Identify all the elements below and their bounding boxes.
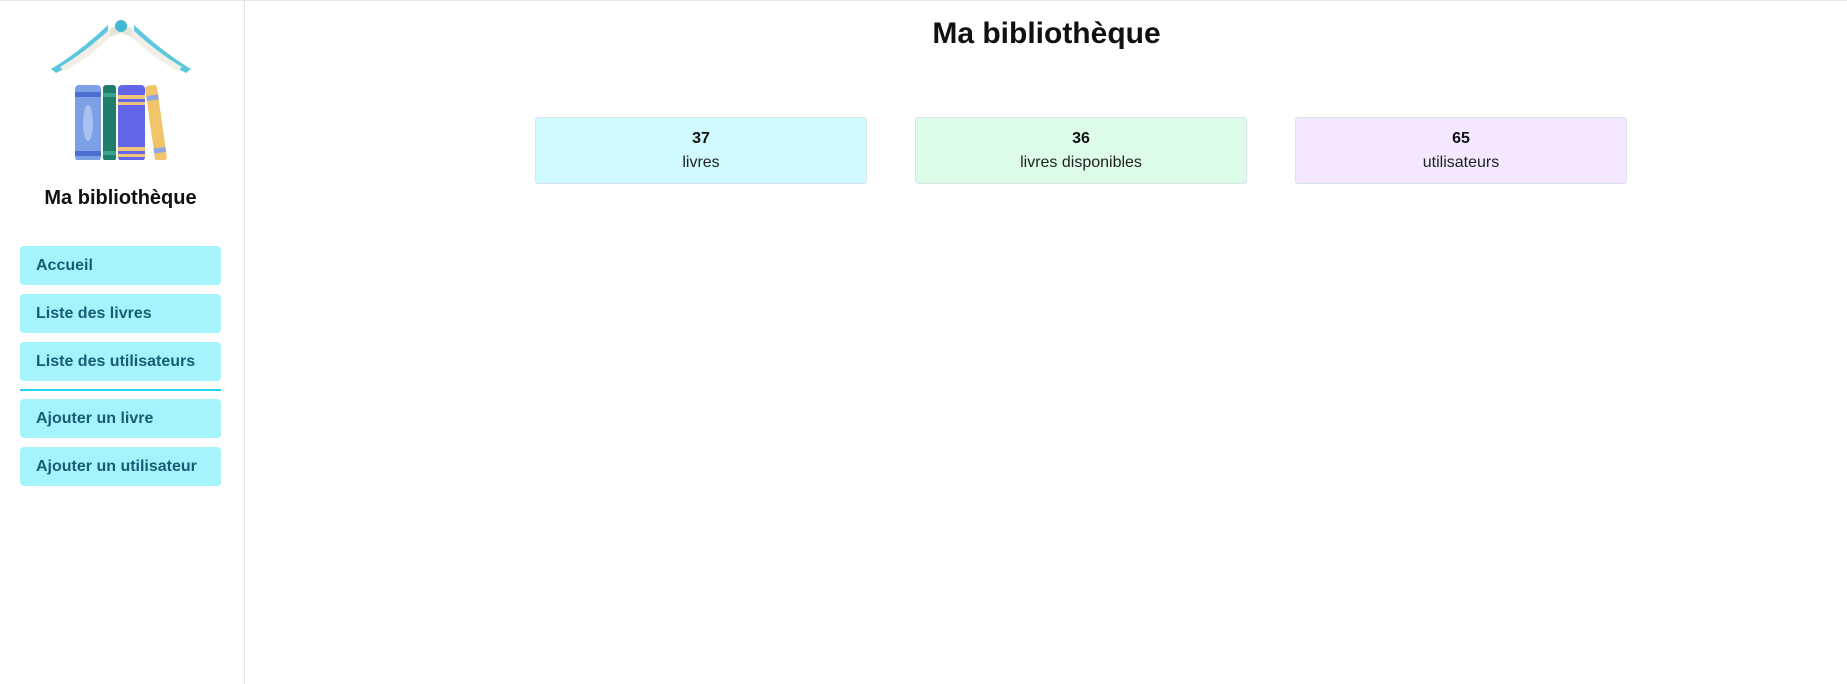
sidebar-title: Ma bibliothèque xyxy=(44,187,197,209)
nav-accueil[interactable]: Accueil xyxy=(20,246,221,285)
stat-value: 65 xyxy=(1452,130,1470,147)
nav-liste-livres[interactable]: Liste des livres xyxy=(20,294,221,333)
stat-value: 37 xyxy=(692,130,710,147)
stat-label: utilisateurs xyxy=(1422,154,1500,171)
page-title: Ma bibliothèque xyxy=(932,17,1161,50)
app-window: Ma bibliothèque Accueil Liste des livres… xyxy=(0,0,1847,684)
sidebar: Ma bibliothèque Accueil Liste des livres… xyxy=(0,1,245,684)
nav-divider xyxy=(20,389,221,391)
book-house-icon xyxy=(51,20,191,160)
nav-ajouter-utilisateur[interactable]: Ajouter un utilisateur xyxy=(20,447,221,486)
nav-liste-utilisateurs[interactable]: Liste des utilisateurs xyxy=(20,342,221,381)
stat-label: livres disponibles xyxy=(1020,154,1142,171)
nav-ajouter-livre[interactable]: Ajouter un livre xyxy=(20,399,221,438)
stat-value: 36 xyxy=(1072,130,1090,147)
stat-card-livres-disponibles: 36 livres disponibles xyxy=(915,117,1247,184)
stat-card-utilisateurs: 65 utilisateurs xyxy=(1295,117,1627,184)
stat-label: livres xyxy=(682,154,720,171)
stat-card-livres: 37 livres xyxy=(535,117,867,184)
